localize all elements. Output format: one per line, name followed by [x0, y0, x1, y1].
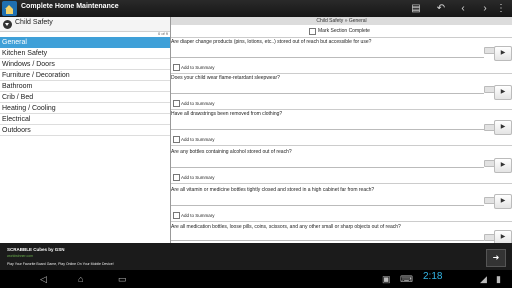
add-to-summary-checkbox[interactable]	[173, 64, 180, 71]
category-item-heating-cooling[interactable]: Heating / Cooling	[0, 103, 170, 114]
mark-section-checkbox[interactable]	[309, 28, 316, 35]
question-pane	[171, 17, 512, 243]
go-button[interactable]: ▶	[494, 158, 512, 173]
keyboard-icon[interactable]: ⌨	[400, 271, 413, 287]
add-to-summary-checkbox[interactable]	[173, 174, 180, 181]
go-button[interactable]: ▶	[494, 120, 512, 135]
mark-section-label: Mark Section Complete	[318, 28, 370, 34]
divider	[171, 183, 512, 184]
answer-input[interactable]	[171, 93, 484, 94]
category-item-furniture-decoration[interactable]: Furniture / Decoration	[0, 70, 170, 81]
add-to-summary-label: Add to Summary	[181, 213, 215, 218]
category-item-windows-doors[interactable]: Windows / Doors	[0, 59, 170, 70]
category-item-outdoors[interactable]: Outdoors	[0, 125, 170, 136]
section-selector-label: Child Safety	[15, 19, 53, 26]
chevron-down-icon[interactable]	[3, 20, 12, 29]
divider	[171, 221, 512, 222]
progress-count: 0 of 9	[157, 31, 168, 36]
question-text: Are all medication bottles, loose pills,…	[171, 224, 401, 230]
answer-input[interactable]	[171, 167, 484, 168]
gallery-icon: ▣	[382, 274, 391, 284]
category-item-crib-bed[interactable]: Crib / Bed	[0, 92, 170, 103]
go-button[interactable]: ▶	[494, 85, 512, 100]
divider	[171, 37, 512, 38]
question-text: Have all drawstrings been removed from c…	[171, 111, 283, 117]
question-text: Are diaper change products (pins, lotion…	[171, 39, 372, 45]
back-icon[interactable]: ‹	[452, 0, 474, 17]
undo-icon[interactable]: ↶	[430, 0, 452, 17]
category-item-bathroom[interactable]: Bathroom	[0, 81, 170, 92]
home-icon[interactable]: ⌂	[78, 271, 83, 287]
category-item-general[interactable]: General	[0, 37, 170, 48]
question-text: Does your child wear flame-retardant sle…	[171, 75, 280, 81]
question-text: Are any bottles containing alcohol store…	[171, 149, 292, 155]
battery-icon: ▮	[496, 274, 501, 284]
answer-input[interactable]	[171, 57, 484, 58]
add-to-summary-checkbox[interactable]	[173, 100, 180, 107]
answer-input[interactable]	[171, 240, 484, 241]
arrow-right-icon[interactable]: ➜	[486, 249, 506, 267]
add-to-summary-label: Add to Summary	[181, 175, 215, 180]
divider	[171, 145, 512, 146]
go-button[interactable]: ▶	[494, 46, 512, 61]
wifi-icon: ◢	[480, 274, 487, 284]
category-item-kitchen-safety[interactable]: Kitchen Safety	[0, 48, 170, 59]
divider	[171, 73, 512, 74]
add-to-summary-label: Add to Summary	[181, 101, 215, 106]
ad-url: worldwinner.com	[7, 254, 34, 258]
edit-icon[interactable]: ▤	[405, 0, 427, 17]
back-icon[interactable]: ◁	[40, 271, 47, 287]
add-to-summary-label: Add to Summary	[181, 137, 215, 142]
category-item-electrical[interactable]: Electrical	[0, 114, 170, 125]
answer-input[interactable]	[171, 205, 484, 206]
add-to-summary-checkbox[interactable]	[173, 212, 180, 219]
divider	[171, 109, 512, 110]
status-clock: 2:18	[423, 271, 443, 282]
go-button[interactable]: ▶	[494, 194, 512, 209]
question-text: Are all vitamin or medicine bottles tigh…	[171, 187, 375, 193]
ad-description: Play Your Favorite Board Game, Play Onli…	[7, 262, 114, 266]
add-to-summary-label: Add to Summary	[181, 65, 215, 70]
add-to-summary-checkbox[interactable]	[173, 136, 180, 143]
app-title: Complete Home Maintenance	[21, 3, 119, 10]
overflow-menu-icon[interactable]: ⋮	[490, 0, 512, 17]
app-logo-icon[interactable]	[2, 1, 17, 16]
breadcrumb: Child Safety » General	[171, 17, 512, 25]
ad-title: SCRABBLE Cubes by GSN	[7, 247, 65, 252]
answer-input[interactable]	[171, 129, 484, 130]
recents-icon[interactable]: ▭	[118, 271, 127, 287]
